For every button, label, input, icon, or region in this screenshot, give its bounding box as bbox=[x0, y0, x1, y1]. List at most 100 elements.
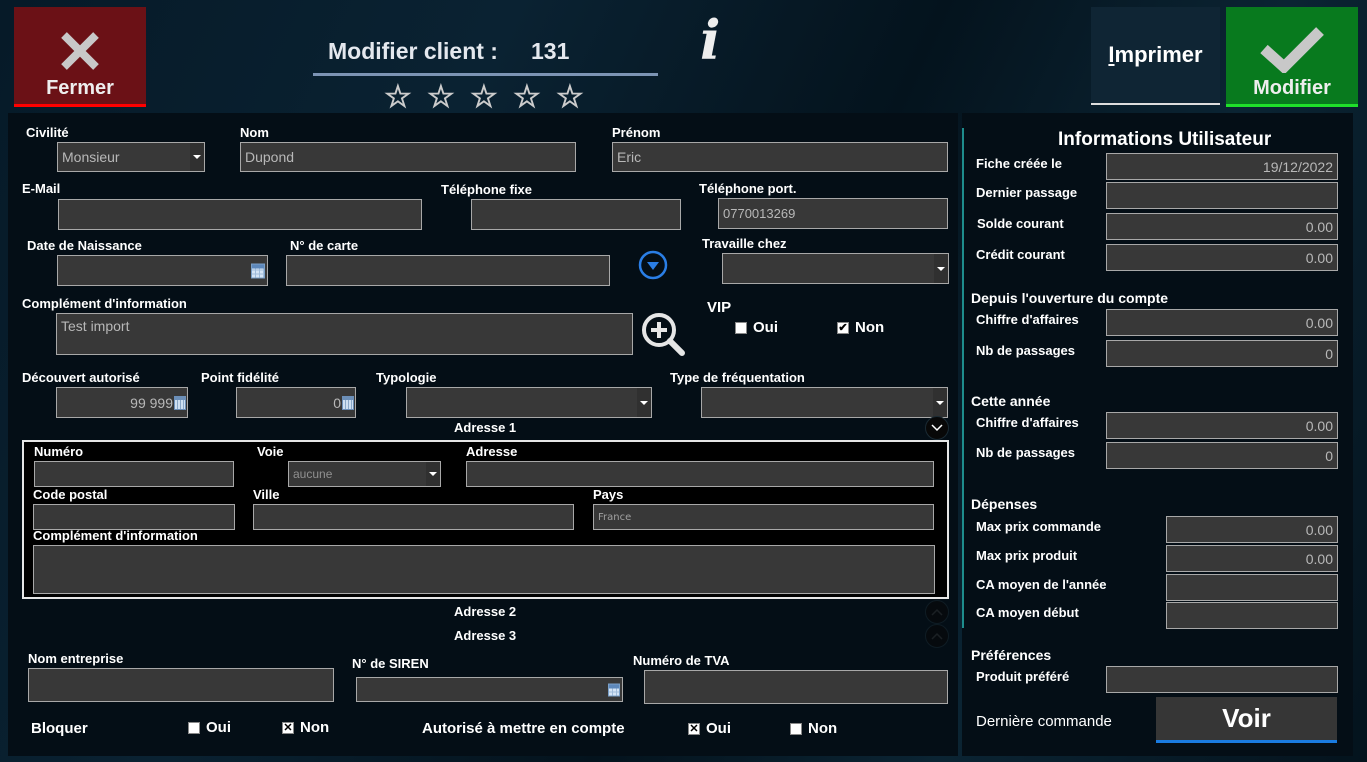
voie-value: aucune bbox=[293, 467, 333, 481]
modify-button[interactable]: Modifier bbox=[1226, 7, 1358, 107]
star-icon[interactable]: ☆ bbox=[427, 81, 456, 113]
ca-annee-label: Chiffre d'affaires bbox=[976, 415, 1079, 430]
produit-prefere-label: Produit préféré bbox=[976, 669, 1070, 684]
travaille-chez-label: Travaille chez bbox=[702, 236, 787, 251]
prenom-input[interactable]: Eric bbox=[612, 142, 948, 172]
star-icon[interactable]: ☆ bbox=[556, 81, 585, 113]
autorise-non-checkbox[interactable]: Non bbox=[790, 720, 837, 737]
chevron-down-icon bbox=[934, 254, 948, 283]
ca-moyen-annee-label: CA moyen de l'année bbox=[976, 577, 1107, 592]
title-underline bbox=[313, 73, 658, 76]
max-prix-produit-field: 0.00 bbox=[1166, 545, 1338, 572]
expand-adresse2-button[interactable] bbox=[925, 600, 949, 624]
print-label-rest: mprimer bbox=[1114, 42, 1203, 67]
autorise-oui-label: Oui bbox=[706, 720, 731, 737]
email-input[interactable] bbox=[58, 199, 422, 230]
ca-ouverture-label: Chiffre d'affaires bbox=[976, 312, 1079, 327]
expand-down-circle-icon[interactable] bbox=[638, 250, 668, 280]
chevron-down-icon bbox=[426, 462, 440, 486]
point-fidelite-label: Point fidélité bbox=[201, 370, 279, 385]
decouvert-input[interactable]: 99 999 bbox=[56, 387, 188, 418]
type-frequentation-label: Type de fréquentation bbox=[670, 370, 805, 385]
tel-port-input[interactable]: 0770013269 bbox=[718, 198, 948, 229]
star-icon[interactable]: ☆ bbox=[513, 81, 542, 113]
ca-moyen-debut-field bbox=[1166, 602, 1338, 629]
info-icon[interactable]: i bbox=[700, 10, 721, 70]
voir-button[interactable]: Voir bbox=[1156, 697, 1337, 743]
solde-courant-field: 0.00 bbox=[1106, 213, 1338, 240]
numero-label: Numéro bbox=[34, 444, 84, 459]
chevron-down-icon bbox=[190, 143, 204, 171]
checkbox-box bbox=[790, 722, 802, 735]
collapse-adresse1-button[interactable] bbox=[925, 416, 949, 440]
bloquer-non-label: Non bbox=[300, 719, 330, 736]
expand-adresse3-button[interactable] bbox=[925, 624, 949, 648]
siren-label: N° de SIREN bbox=[352, 656, 429, 671]
max-prix-commande-field: 0.00 bbox=[1166, 516, 1338, 543]
vip-non-checkbox[interactable]: ✔ Non bbox=[837, 319, 884, 336]
nom-entreprise-input[interactable] bbox=[28, 668, 334, 702]
max-prix-commande-label: Max prix commande bbox=[976, 519, 1101, 534]
bloquer-oui-checkbox[interactable]: Oui bbox=[188, 719, 231, 736]
star-icon[interactable]: ☆ bbox=[470, 81, 499, 113]
adresse1-header[interactable]: Adresse 1 bbox=[454, 420, 516, 435]
chevron-down-icon bbox=[931, 424, 943, 432]
adresse2-header[interactable]: Adresse 2 bbox=[454, 604, 516, 619]
siren-input[interactable] bbox=[356, 677, 623, 702]
nom-label: Nom bbox=[240, 125, 269, 140]
num-carte-label: N° de carte bbox=[290, 238, 359, 253]
depenses-title: Dépenses bbox=[971, 496, 1038, 512]
tva-input[interactable] bbox=[644, 670, 948, 704]
code-postal-label: Code postal bbox=[33, 487, 108, 502]
calendar-icon[interactable] bbox=[251, 263, 265, 278]
num-carte-input[interactable] bbox=[286, 255, 610, 286]
max-prix-produit-label: Max prix produit bbox=[976, 548, 1078, 563]
chevron-up-icon bbox=[931, 608, 943, 616]
cette-annee-title: Cette année bbox=[971, 393, 1051, 409]
autorise-oui-checkbox[interactable]: ✕ Oui bbox=[688, 720, 731, 737]
nom-input[interactable]: Dupond bbox=[240, 142, 576, 172]
zoom-in-icon[interactable] bbox=[640, 311, 686, 357]
numero-input[interactable] bbox=[34, 461, 234, 487]
civilite-value: Monsieur bbox=[62, 149, 120, 165]
addr-complement-textarea[interactable] bbox=[33, 545, 935, 594]
adresse3-header[interactable]: Adresse 3 bbox=[454, 628, 516, 643]
dernier-passage-label: Dernier passage bbox=[976, 185, 1078, 200]
complement-textarea[interactable]: Test import bbox=[56, 313, 633, 355]
civilite-select[interactable]: Monsieur bbox=[57, 142, 205, 172]
tel-port-label: Téléphone port. bbox=[699, 181, 797, 196]
calculator-icon[interactable] bbox=[342, 395, 354, 410]
calculator-icon[interactable] bbox=[174, 395, 186, 410]
travaille-chez-select[interactable] bbox=[722, 253, 949, 284]
chevron-up-icon bbox=[931, 632, 943, 640]
typologie-select[interactable] bbox=[406, 387, 652, 418]
type-frequentation-select[interactable] bbox=[701, 387, 948, 418]
x-mark-icon: ✕ bbox=[688, 722, 700, 735]
addr-complement-label: Complément d'information bbox=[33, 528, 198, 543]
date-naissance-input[interactable] bbox=[57, 255, 268, 286]
dernier-passage-field bbox=[1106, 182, 1338, 209]
user-info-title: Informations Utilisateur bbox=[1058, 129, 1272, 150]
adresse-input[interactable] bbox=[466, 461, 934, 487]
star-icon[interactable]: ☆ bbox=[384, 81, 413, 113]
ca-moyen-debut-label: CA moyen début bbox=[976, 605, 1079, 620]
print-button[interactable]: Imprimer bbox=[1091, 7, 1220, 105]
pays-input[interactable]: France bbox=[593, 504, 934, 530]
chevron-down-icon bbox=[637, 388, 651, 417]
ca-ouverture-field: 0.00 bbox=[1106, 309, 1338, 336]
tel-fixe-input[interactable] bbox=[471, 199, 681, 230]
chevron-down-icon bbox=[933, 388, 947, 417]
ville-input[interactable] bbox=[253, 504, 574, 530]
point-fidelite-input[interactable]: 0 bbox=[236, 387, 356, 418]
prenom-label: Prénom bbox=[612, 125, 661, 140]
code-postal-input[interactable] bbox=[33, 504, 235, 530]
modify-button-label: Modifier bbox=[1253, 77, 1331, 99]
checkbox-box bbox=[735, 321, 747, 334]
bloquer-non-checkbox[interactable]: ✕ Non bbox=[282, 719, 329, 736]
close-button[interactable]: Fermer bbox=[14, 7, 146, 107]
close-button-label: Fermer bbox=[46, 77, 114, 99]
voie-select[interactable]: aucune bbox=[288, 461, 441, 487]
vip-oui-checkbox[interactable]: Oui bbox=[735, 319, 778, 336]
derniere-commande-label: Dernière commande bbox=[976, 713, 1112, 730]
calculator-icon[interactable] bbox=[608, 683, 620, 696]
